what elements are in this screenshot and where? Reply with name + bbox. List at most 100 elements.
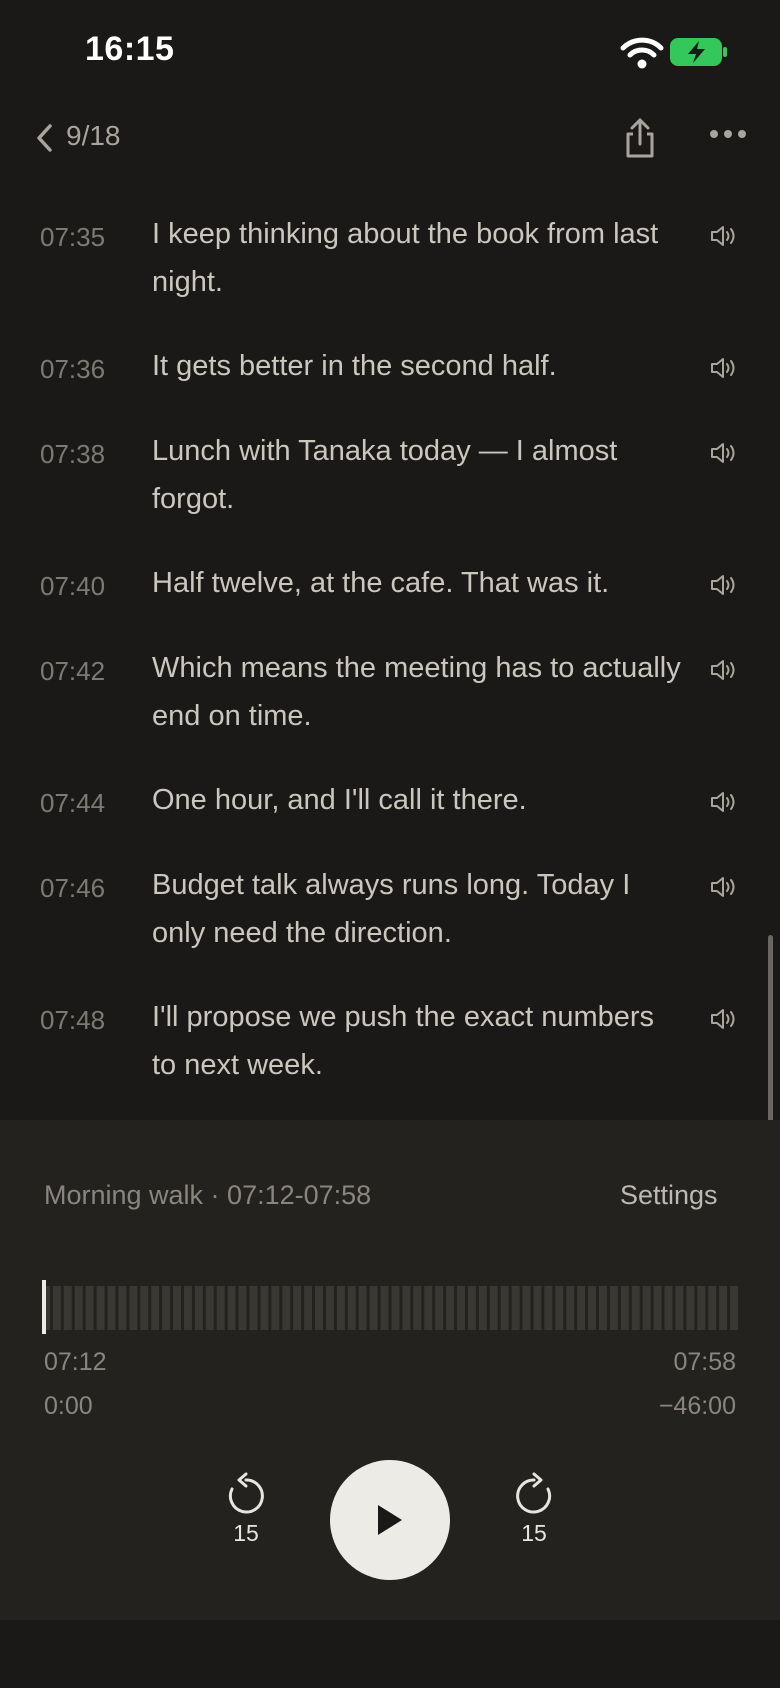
waveform-bar	[304, 1286, 313, 1330]
waveform-bar	[336, 1286, 345, 1330]
waveform-bar	[467, 1286, 476, 1330]
waveform-bar	[435, 1286, 444, 1330]
waveform-bar	[730, 1286, 738, 1330]
share-icon[interactable]	[622, 116, 658, 160]
waveform-bar	[325, 1286, 334, 1330]
waveform-bar	[151, 1286, 160, 1330]
waveform-bar	[52, 1286, 61, 1330]
waveform-bar	[664, 1286, 673, 1330]
skip-forward-button[interactable]: 15	[504, 1472, 564, 1568]
waveform-bar	[675, 1286, 684, 1330]
entry-text: It gets better in the second half.	[152, 350, 557, 382]
waveform-bar	[457, 1286, 465, 1330]
skip-forward-label: 15	[521, 1520, 547, 1546]
range-end: 07:58	[673, 1348, 736, 1376]
waveform-bar	[653, 1286, 662, 1330]
waveform-bar	[588, 1286, 597, 1330]
waveform-bar	[293, 1286, 302, 1330]
waveform-bar	[642, 1286, 651, 1330]
waveform-bar	[194, 1286, 203, 1330]
waveform-bar	[533, 1286, 542, 1330]
waveform-bar	[631, 1286, 640, 1330]
scrollbar[interactable]	[768, 935, 773, 1123]
speaker-icon[interactable]	[710, 224, 738, 248]
waveform-bar	[489, 1286, 498, 1330]
waveform-bar	[85, 1286, 94, 1330]
nav-bar: 9/18	[0, 108, 780, 168]
waveform-bar	[511, 1286, 520, 1330]
waveform-bar	[599, 1286, 607, 1330]
speaker-icon[interactable]	[710, 441, 738, 465]
battery-charging-icon	[670, 38, 727, 66]
waveform-bar	[249, 1286, 258, 1330]
remaining-time: −46:00	[658, 1392, 736, 1420]
transcript-list[interactable]: 07:35 I keep thinking about the book fro…	[0, 210, 780, 1120]
entry-timestamp: 07:46	[40, 873, 106, 903]
waveform-bar	[609, 1286, 618, 1330]
status-bar: 16:15	[0, 0, 780, 100]
skip-back-button[interactable]: 15	[216, 1472, 276, 1568]
page-counter: 9/18	[66, 120, 121, 151]
speaker-icon[interactable]	[710, 790, 738, 814]
waveform-bar	[118, 1286, 127, 1330]
recording-meta: Morning walk · 07:12-07:58	[44, 1180, 372, 1210]
speaker-icon[interactable]	[710, 875, 738, 899]
waveform-bar	[522, 1286, 531, 1330]
entry-timestamp: 07:36	[40, 354, 106, 384]
entry-timestamp: 07:38	[40, 439, 106, 469]
speaker-icon[interactable]	[710, 658, 738, 682]
elapsed-time: 0:00	[44, 1392, 93, 1420]
waveform-bar	[577, 1286, 586, 1330]
chevron-left-icon[interactable]	[34, 122, 56, 154]
waveform-bar	[358, 1286, 367, 1330]
waveform-bar	[402, 1286, 411, 1330]
waveform-bar	[500, 1286, 509, 1330]
rewind-15-icon	[228, 1472, 264, 1514]
waveform-bar	[129, 1286, 138, 1330]
playhead[interactable]	[42, 1280, 46, 1334]
waveform-bar	[107, 1286, 116, 1330]
range-start: 07:12	[44, 1348, 107, 1376]
waveform-bar	[205, 1286, 214, 1330]
speaker-icon[interactable]	[710, 356, 738, 380]
waveform-bar	[478, 1286, 487, 1330]
wifi-icon	[620, 37, 664, 69]
entry-text: I'll propose we push the exact numbers t…	[152, 1001, 655, 1081]
waveform-bar	[566, 1286, 575, 1330]
entry-text: Which means the meeting has to actually …	[152, 652, 681, 732]
waveform-bar	[697, 1286, 706, 1330]
play-icon	[378, 1505, 402, 1535]
entry-timestamp: 07:48	[40, 1005, 106, 1035]
waveform-bar	[282, 1286, 291, 1330]
entry-timestamp: 07:35	[40, 222, 106, 252]
waveform-bar	[544, 1286, 553, 1330]
status-time: 16:15	[85, 30, 175, 68]
waveform-bar	[413, 1286, 422, 1330]
waveform-bar	[183, 1286, 192, 1330]
entry-text: Half twelve, at the cafe. That was it.	[152, 567, 610, 599]
speaker-icon[interactable]	[710, 573, 738, 597]
skip-back-label: 15	[233, 1520, 259, 1546]
entry-timestamp: 07:42	[40, 656, 106, 686]
waveform-bar	[708, 1286, 717, 1330]
waveform-bar	[347, 1286, 356, 1330]
waveform-bar	[173, 1286, 181, 1330]
player-panel: Morning walk · 07:12-07:58 Settings 07:1…	[0, 1120, 780, 1620]
entry-text: Lunch with Tanaka today — I almost forgo…	[152, 435, 618, 515]
entry-text: One hour, and I'll call it there.	[152, 784, 527, 816]
waveform-bar	[238, 1286, 247, 1330]
waveform-bar	[216, 1286, 225, 1330]
more-horizontal-icon[interactable]	[708, 128, 748, 140]
waveform-bar	[63, 1286, 72, 1330]
settings-button[interactable]: Settings	[620, 1180, 718, 1211]
entry-text: Budget talk always runs long. Today I on…	[152, 869, 631, 949]
waveform-bar	[391, 1286, 400, 1330]
waveform-bar	[369, 1286, 378, 1330]
play-button[interactable]	[330, 1460, 450, 1580]
waveform-bar	[686, 1286, 695, 1330]
forward-15-icon	[516, 1472, 552, 1514]
waveform-scrubber[interactable]	[42, 1280, 738, 1334]
home-area	[0, 1620, 780, 1688]
speaker-icon[interactable]	[710, 1007, 738, 1031]
waveform-bar	[96, 1286, 105, 1330]
